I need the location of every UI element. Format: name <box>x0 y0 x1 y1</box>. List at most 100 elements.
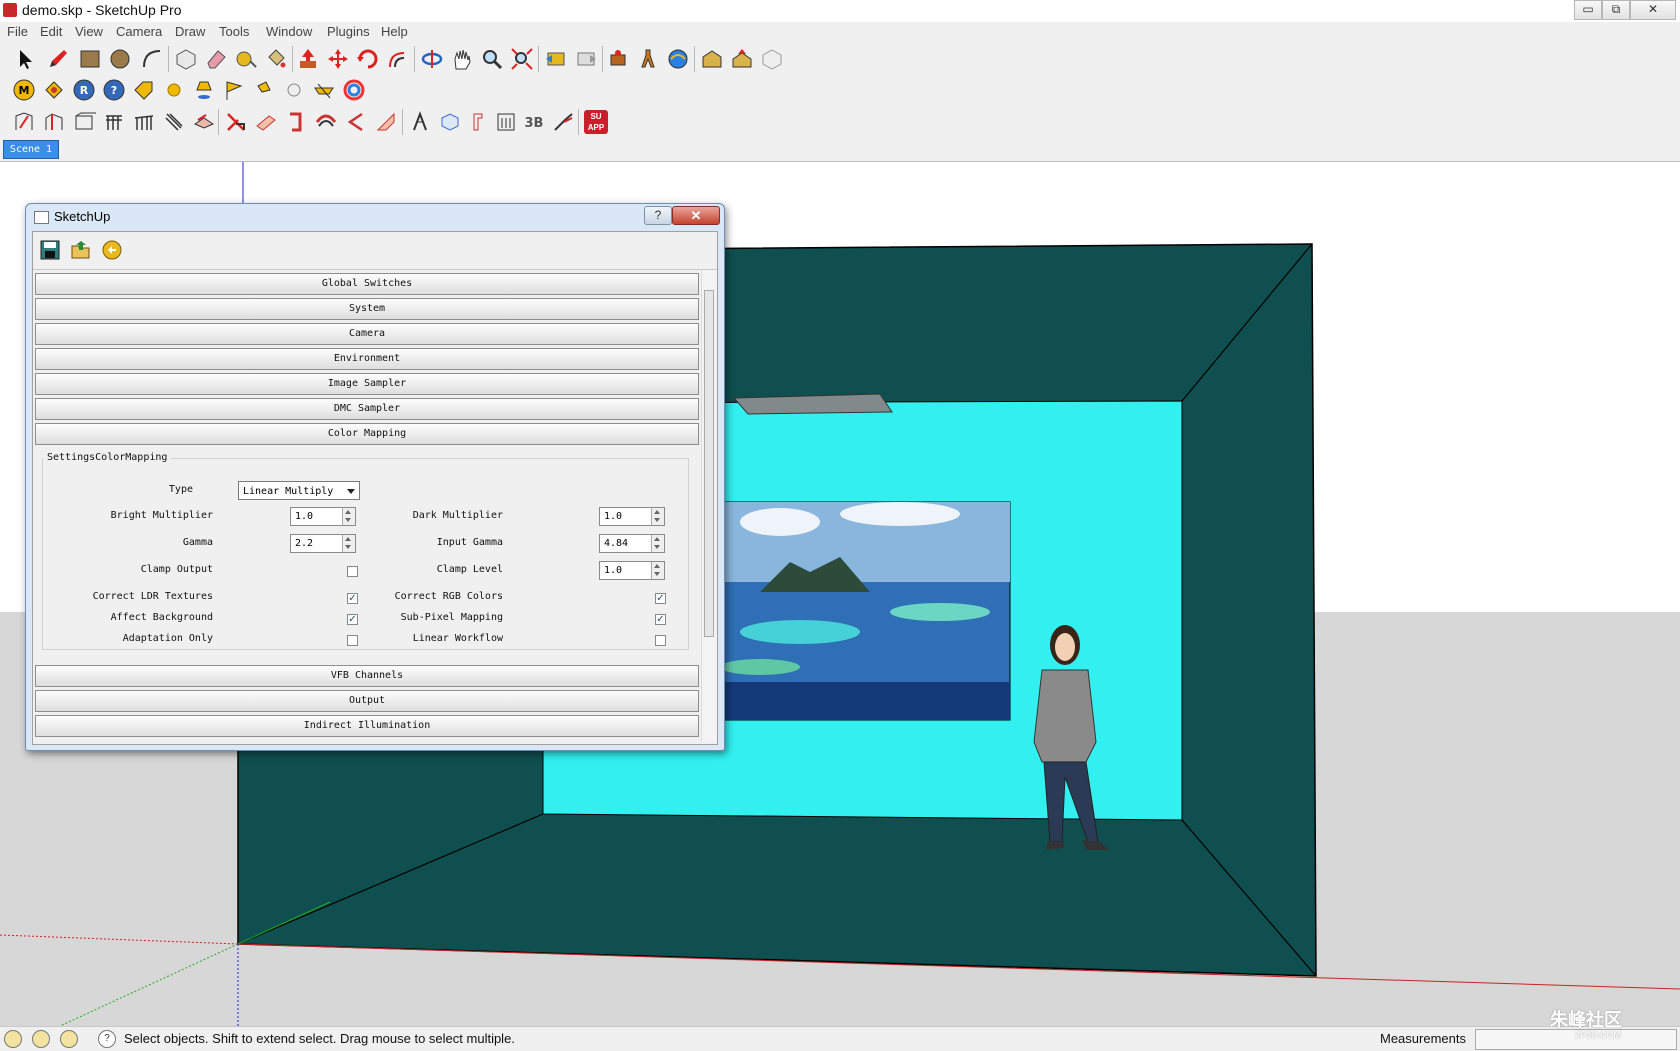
plugin-tool-10-icon[interactable] <box>284 110 308 134</box>
scene-tab[interactable]: Scene 1 <box>3 140 59 159</box>
arc-tool-icon[interactable] <box>140 47 164 71</box>
menu-help[interactable]: Help <box>381 24 408 39</box>
rollout-dmc-sampler[interactable]: DMC Sampler <box>35 398 699 420</box>
pencil-tool-icon[interactable] <box>46 47 70 71</box>
geo-location-icon[interactable] <box>4 1030 22 1048</box>
vray-render-icon[interactable]: R <box>72 78 96 102</box>
input-gamma-spinner[interactable]: 4.84 <box>599 534 665 553</box>
credits-icon[interactable] <box>32 1030 50 1048</box>
extension-icon[interactable] <box>760 47 784 71</box>
menu-view[interactable]: View <box>75 24 103 39</box>
orbit-tool-icon[interactable] <box>420 47 444 71</box>
plugin-tool-13-icon[interactable] <box>374 110 398 134</box>
paint-bucket-icon[interactable] <box>264 47 288 71</box>
open-options-icon[interactable] <box>70 239 92 261</box>
tape-measure-icon[interactable] <box>234 47 258 71</box>
plugin-tool-2-icon[interactable] <box>42 110 66 134</box>
vray-dome-light-icon[interactable] <box>312 78 336 102</box>
zoom-tool-icon[interactable] <box>480 47 504 71</box>
dialog-help-button[interactable]: ? <box>644 206 672 225</box>
plugin-tool-17-icon[interactable] <box>494 110 518 134</box>
menu-tools[interactable]: Tools <box>219 24 249 39</box>
menu-draw[interactable]: Draw <box>175 24 205 39</box>
pan-tool-icon[interactable] <box>450 47 474 71</box>
menu-window[interactable]: Window <box>266 24 312 39</box>
close-window-button[interactable]: ✕ <box>1630 0 1676 20</box>
vray-help-icon[interactable]: ? <box>102 78 126 102</box>
move-tool-icon[interactable] <box>326 47 350 71</box>
make-component-icon[interactable] <box>174 47 198 71</box>
plugin-tool-19-icon[interactable] <box>552 110 576 134</box>
plugin-tool-6-icon[interactable] <box>162 110 186 134</box>
dialog-close-button[interactable]: ✕ <box>672 206 720 225</box>
vray-omni-light-icon[interactable] <box>282 78 306 102</box>
menu-edit[interactable]: Edit <box>40 24 62 39</box>
reset-options-icon[interactable] <box>101 239 123 261</box>
select-tool-icon[interactable] <box>14 47 38 71</box>
menu-camera[interactable]: Camera <box>116 24 162 39</box>
menu-plugins[interactable]: Plugins <box>327 24 370 39</box>
plugin-tool-15-icon[interactable] <box>438 110 462 134</box>
plugin-tool-5-icon[interactable] <box>132 110 156 134</box>
walk-tool-icon[interactable] <box>636 47 660 71</box>
plugin-tool-9-icon[interactable] <box>254 110 278 134</box>
plugin-tool-8-icon[interactable] <box>224 110 248 134</box>
dark-multiplier-spinner[interactable]: 1.0 <box>599 507 665 526</box>
spinner-arrows-icon[interactable] <box>651 535 664 552</box>
vray-ies-light-icon[interactable] <box>252 78 276 102</box>
plugin-tool-3-icon[interactable] <box>72 110 96 134</box>
clamp-output-checkbox[interactable] <box>347 566 358 577</box>
circle-tool-icon[interactable] <box>108 47 132 71</box>
rollout-environment[interactable]: Environment <box>35 348 699 370</box>
minimize-button[interactable]: ▭ <box>1574 0 1602 20</box>
rotate-tool-icon[interactable] <box>356 47 380 71</box>
warehouse-icon[interactable] <box>700 47 724 71</box>
rollout-global-switches[interactable]: Global Switches <box>35 273 699 295</box>
save-options-icon[interactable] <box>39 239 61 261</box>
spinner-arrows-icon[interactable] <box>651 508 664 525</box>
scrollbar-thumb[interactable] <box>704 290 714 637</box>
rollout-camera[interactable]: Camera <box>35 323 699 345</box>
rollout-image-sampler[interactable]: Image Sampler <box>35 373 699 395</box>
vray-options-icon[interactable] <box>42 78 66 102</box>
plugin-tool-11-icon[interactable] <box>314 110 338 134</box>
previous-view-icon[interactable] <box>544 47 568 71</box>
plugin-tool-1-icon[interactable] <box>12 110 36 134</box>
eraser-tool-icon[interactable] <box>204 47 228 71</box>
plugin-tool-7-icon[interactable] <box>192 110 216 134</box>
vray-infinite-plane-icon[interactable] <box>342 78 366 102</box>
rollout-vfb-channels[interactable]: VFB Channels <box>35 665 699 687</box>
rollout-indirect-illumination[interactable]: Indirect Illumination <box>35 715 699 737</box>
position-camera-icon[interactable] <box>606 47 630 71</box>
vray-spot-light-icon[interactable] <box>192 78 216 102</box>
plugin-tool-12-icon[interactable] <box>344 110 368 134</box>
rollout-system[interactable]: System <box>35 298 699 320</box>
rollout-output[interactable]: Output <box>35 690 699 712</box>
correct-rgb-colors-checkbox[interactable]: ✓ <box>655 593 666 604</box>
vray-tag-icon[interactable] <box>132 78 156 102</box>
rollout-color-mapping[interactable]: Color Mapping <box>35 423 699 445</box>
plugin-tool-16-icon[interactable] <box>466 110 490 134</box>
menu-file[interactable]: File <box>7 24 28 39</box>
maximize-button[interactable]: ⧉ <box>1602 0 1630 20</box>
help-icon[interactable]: ? <box>98 1030 116 1048</box>
vray-plane-light-icon[interactable] <box>222 78 246 102</box>
spinner-arrows-icon[interactable] <box>651 562 664 579</box>
offset-tool-icon[interactable] <box>386 47 410 71</box>
clamp-level-spinner[interactable]: 1.0 <box>599 561 665 580</box>
next-view-icon[interactable] <box>574 47 598 71</box>
linear-workflow-checkbox[interactable] <box>655 635 666 646</box>
vray-sphere-light-icon[interactable] <box>162 78 186 102</box>
type-select[interactable]: Linear Multiply <box>238 481 360 500</box>
share-model-icon[interactable] <box>730 47 754 71</box>
plugin-tool-14-icon[interactable] <box>408 110 432 134</box>
account-icon[interactable] <box>60 1030 78 1048</box>
rectangle-tool-icon[interactable] <box>78 47 102 71</box>
look-around-icon[interactable] <box>666 47 690 71</box>
sub-pixel-mapping-checkbox[interactable]: ✓ <box>655 614 666 625</box>
zoom-extents-icon[interactable] <box>510 47 534 71</box>
plugin-tool-18-icon[interactable]: 3B <box>522 110 546 134</box>
dialog-scrollbar[interactable] <box>701 270 716 742</box>
plugin-tool-4-icon[interactable] <box>102 110 126 134</box>
su-app-icon[interactable]: SU APP <box>584 110 608 134</box>
